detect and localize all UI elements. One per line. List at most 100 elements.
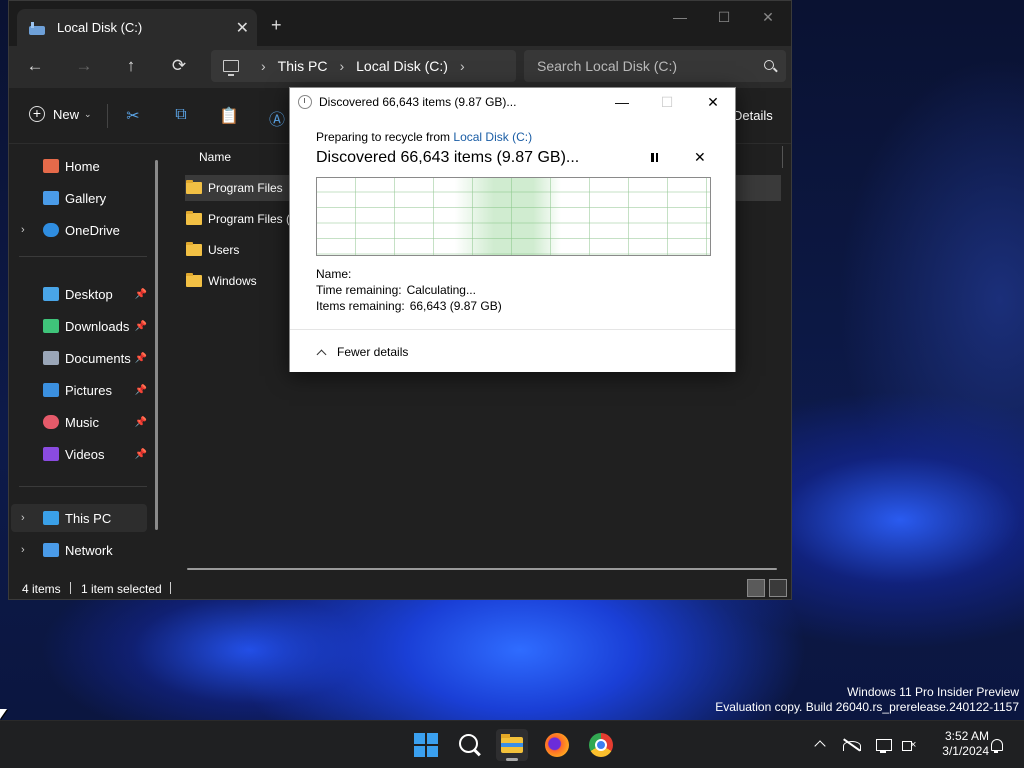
- file-explorer-taskbar-icon[interactable]: [496, 729, 528, 761]
- breadcrumb-chevron[interactable]: ›: [261, 58, 266, 74]
- watermark-line-1: Windows 11 Pro Insider Preview: [847, 685, 1019, 699]
- taskbar-search-icon[interactable]: [454, 729, 486, 761]
- sidebar-item-downloads[interactable]: Downloads 📌: [11, 312, 147, 340]
- start-windows-icon[interactable]: [410, 729, 442, 761]
- network-icon: [43, 543, 59, 557]
- tab-local-disk[interactable]: Local Disk (C:) ✕: [17, 9, 257, 46]
- dialog-maximize-button: ☐: [660, 94, 674, 110]
- search-input[interactable]: Search Local Disk (C:): [524, 50, 786, 82]
- expand-chevron-icon[interactable]: ›: [21, 224, 25, 236]
- dialog-close-button[interactable]: ✕: [698, 92, 728, 112]
- sidebar-scrollbar[interactable]: [155, 160, 158, 530]
- chrome-icon: [589, 733, 613, 757]
- time-label: Time remaining:: [316, 283, 402, 297]
- horizontal-scrollbar[interactable]: [187, 568, 777, 570]
- display-icon[interactable]: [875, 737, 892, 753]
- source-link[interactable]: Local Disk (C:): [453, 130, 532, 144]
- breadcrumb-chevron[interactable]: ›: [460, 58, 465, 74]
- cut-icon[interactable]: ✂: [123, 106, 143, 126]
- sidebar-item-label: Pictures: [65, 382, 112, 398]
- column-header-name[interactable]: Name: [199, 150, 231, 164]
- volume-muted-icon[interactable]: [901, 737, 917, 753]
- notification-bell-icon[interactable]: [988, 737, 1004, 753]
- sidebar-item-pictures[interactable]: Pictures 📌: [11, 376, 147, 404]
- new-button[interactable]: + New ⌄: [29, 106, 92, 122]
- cancel-icon[interactable]: ✕: [694, 149, 706, 166]
- network-disconnected-icon[interactable]: [843, 737, 861, 753]
- dialog-minimize-button[interactable]: —: [607, 92, 637, 112]
- sidebar-item-desktop[interactable]: Desktop 📌: [11, 280, 147, 308]
- watermark-line-2: Evaluation copy. Build 26040.rs_prerelea…: [715, 700, 1019, 714]
- clock-icon: [298, 95, 312, 109]
- dialog-title: Discovered 66,643 items (9.87 GB)...: [319, 95, 517, 109]
- copy-icon[interactable]: ⧉: [171, 106, 191, 126]
- chrome-taskbar-icon[interactable]: [585, 729, 617, 761]
- minimize-button[interactable]: —: [657, 9, 703, 25]
- breadcrumb-chevron[interactable]: ›: [339, 58, 344, 74]
- dialog-titlebar: Discovered 66,643 items (9.87 GB)... — ☐…: [290, 88, 735, 116]
- details-button[interactable]: Details: [733, 108, 773, 123]
- up-button[interactable]: ↑: [117, 54, 145, 78]
- fewer-details-button[interactable]: Fewer details: [316, 345, 408, 359]
- maximize-button[interactable]: ☐: [701, 9, 747, 26]
- tiles-view-icon[interactable]: [769, 579, 787, 597]
- taskbar: 3:52 AM 3/1/2024: [0, 720, 1024, 768]
- computer-icon: [223, 60, 239, 76]
- clock-date: 3/1/2024: [942, 744, 989, 758]
- progress-dialog: Discovered 66,643 items (9.87 GB)... — ☐…: [289, 87, 736, 372]
- info-items: Items remaining: 66,643 (9.87 GB): [316, 299, 502, 313]
- details-view-icon[interactable]: [747, 579, 765, 597]
- paste-icon[interactable]: 📋: [219, 106, 239, 126]
- folder-icon: [186, 242, 202, 256]
- expand-chevron-icon[interactable]: ›: [21, 512, 25, 524]
- dialog-heading: Discovered 66,643 items (9.87 GB)...: [316, 149, 580, 166]
- sidebar-item-music[interactable]: Music 📌: [11, 408, 147, 436]
- sidebar-item-gallery[interactable]: Gallery: [11, 184, 147, 212]
- drive-icon: [29, 21, 45, 35]
- close-window-button[interactable]: ✕: [745, 9, 791, 26]
- this-pc-icon: [43, 511, 59, 525]
- pause-icon[interactable]: [650, 153, 660, 163]
- address-bar[interactable]: › This PC › Local Disk (C:) ›: [211, 50, 516, 82]
- refresh-button[interactable]: ⟳: [165, 54, 193, 78]
- navigation-pane: Home Gallery › OneDrive Desktop 📌 Downlo…: [9, 144, 164, 574]
- new-tab-button[interactable]: +: [271, 15, 282, 36]
- breadcrumb-this-pc[interactable]: This PC: [278, 58, 328, 74]
- dialog-subtitle: Preparing to recycle from Local Disk (C:…: [316, 130, 532, 144]
- sidebar-item-label: Documents: [65, 350, 131, 366]
- sidebar-item-home[interactable]: Home: [11, 152, 147, 180]
- home-icon: [43, 159, 59, 173]
- back-button[interactable]: ←: [21, 54, 49, 78]
- name-label: Name:: [316, 267, 352, 281]
- folder-icon: [186, 273, 202, 287]
- rename-icon[interactable]: Ⓐ: [267, 106, 287, 129]
- folder-icon: [186, 180, 202, 194]
- tab-close-button[interactable]: ✕: [236, 18, 249, 38]
- pin-icon: 📌: [134, 352, 147, 364]
- windows-watermark: Windows 11 Pro Insider Preview Evaluatio…: [715, 685, 1019, 715]
- clock-time: 3:52 AM: [944, 729, 989, 743]
- info-time: Time remaining: Calculating...: [316, 283, 476, 297]
- sidebar-item-label: Videos: [65, 446, 105, 462]
- pictures-icon: [43, 383, 59, 397]
- forward-button[interactable]: →: [70, 54, 98, 78]
- sidebar-item-this-pc[interactable]: › This PC: [11, 504, 147, 532]
- show-hidden-icons-chevron-icon[interactable]: [812, 737, 828, 753]
- sidebar-item-videos[interactable]: Videos 📌: [11, 440, 147, 468]
- file-name: Windows: [208, 274, 257, 288]
- sidebar-divider: [19, 256, 147, 257]
- search-icon[interactable]: [764, 60, 774, 70]
- navigation-bar: ← → ↑ ⟳ › This PC › Local Disk (C:) › Se…: [9, 46, 791, 88]
- sidebar-item-label: Home: [65, 158, 100, 174]
- breadcrumb-local-disk[interactable]: Local Disk (C:): [356, 58, 448, 74]
- sidebar-item-label: This PC: [65, 510, 112, 526]
- firefox-taskbar-icon[interactable]: [541, 729, 573, 761]
- toolbar-divider: [107, 104, 108, 128]
- expand-chevron-icon[interactable]: ›: [21, 544, 25, 556]
- system-clock[interactable]: 3:52 AM 3/1/2024: [925, 729, 989, 759]
- status-divider: [70, 582, 71, 594]
- sidebar-item-network[interactable]: › Network: [11, 536, 147, 564]
- sidebar-item-label: Gallery: [65, 190, 107, 206]
- sidebar-item-onedrive[interactable]: › OneDrive: [11, 216, 147, 244]
- sidebar-item-documents[interactable]: Documents 📌: [11, 344, 147, 372]
